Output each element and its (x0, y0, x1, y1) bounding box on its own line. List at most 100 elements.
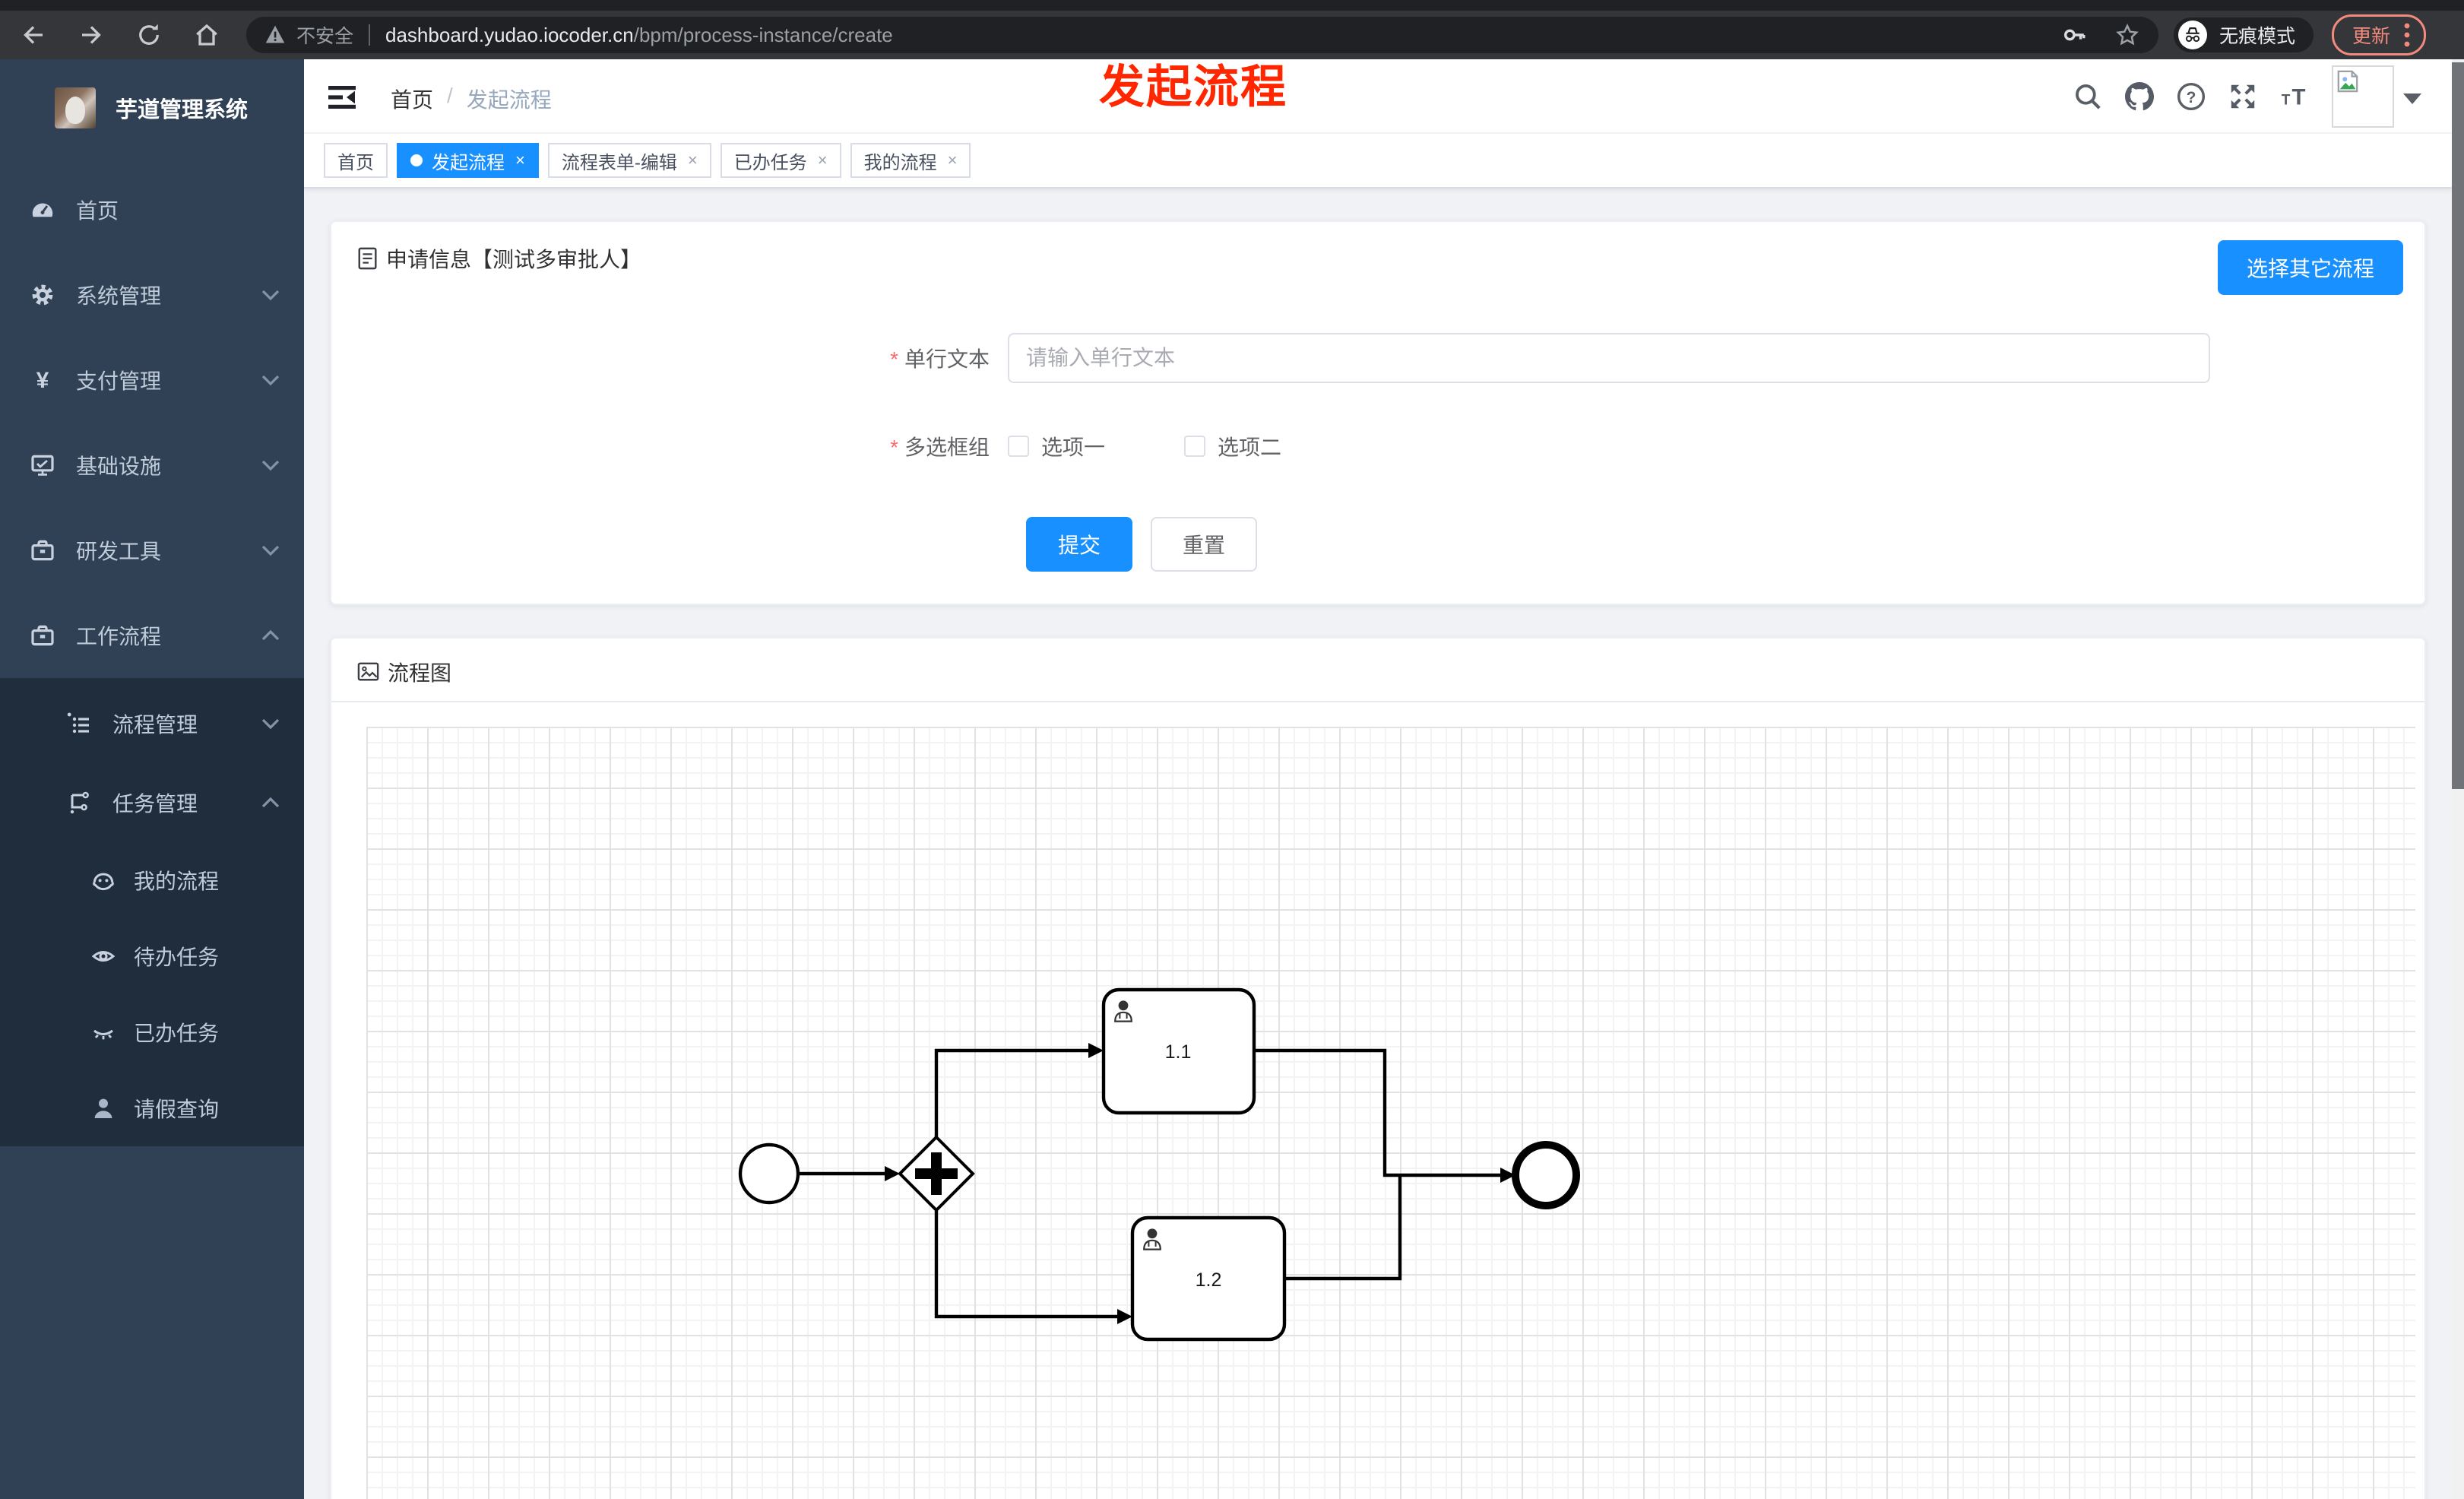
tab-close-icon[interactable]: × (688, 151, 698, 170)
breadcrumb-current: 发起流程 (466, 88, 552, 112)
sidebar-item-label: 我的流程 (134, 870, 220, 893)
scrollbar-thumb[interactable] (2452, 62, 2464, 789)
github-icon (2125, 82, 2154, 111)
tab-home[interactable]: 首页 (324, 143, 388, 178)
flow-task2-to-end (1284, 1177, 1402, 1281)
bpmn-start-event[interactable] (738, 1142, 800, 1205)
sidebar-item-system[interactable]: 系统管理 (0, 252, 304, 338)
sidebar-item-label: 研发工具 (76, 540, 162, 563)
yen-icon: ¥ (36, 368, 49, 392)
font-size-button[interactable]: TT (2280, 82, 2309, 111)
password-key-icon[interactable] (2061, 22, 2087, 48)
tab-label: 发起流程 (432, 152, 505, 173)
back-button[interactable] (15, 17, 52, 53)
tab-my-process[interactable]: 我的流程 × (850, 143, 971, 178)
text-field-row: * 单行文本 (331, 333, 2210, 383)
sidebar-item-my-process[interactable]: 我的流程 (0, 842, 304, 918)
bpmn-canvas[interactable]: 1.1 1.2 (366, 727, 2415, 1499)
bpmn-user-task-2[interactable]: 1.2 (1130, 1215, 1287, 1342)
sidebar-item-done-tasks[interactable]: 已办任务 (0, 994, 304, 1070)
help-button[interactable]: ? (2177, 82, 2206, 111)
sidebar-item-infrastructure[interactable]: 基础设施 (0, 423, 304, 508)
flow-start-to-gateway (798, 1166, 900, 1181)
bpmn-user-task-1[interactable]: 1.1 (1101, 987, 1256, 1115)
select-other-process-button[interactable]: 选择其它流程 (2217, 240, 2403, 295)
bpmn-parallel-gateway[interactable] (898, 1135, 975, 1212)
sidebar-item-label: 基础设施 (76, 455, 162, 478)
back-icon (24, 26, 43, 44)
broken-image-icon (2337, 70, 2358, 93)
tab-close-icon[interactable]: × (948, 151, 958, 170)
task2-label: 1.2 (1196, 1269, 1222, 1291)
sidebar-item-task-mgmt[interactable]: 任务管理 (0, 763, 304, 842)
home-button[interactable] (188, 17, 225, 53)
user-icon (94, 1098, 112, 1118)
app-logo-row[interactable]: 芋道管理系统 (0, 59, 304, 135)
robot-face-icon (93, 873, 114, 891)
sidebar-item-label: 已办任务 (134, 1022, 220, 1045)
url-bar[interactable]: 不安全 dashboard.yudao.iocoder.cn/bpm/proce… (246, 17, 2158, 53)
tab-done-tasks[interactable]: 已办任务 × (720, 143, 841, 178)
apply-info-card: 申请信息【测试多审批人】 选择其它流程 *单行文本 *多选框组 选项一 选项二 … (330, 220, 2426, 605)
sidebar-item-leave-query[interactable]: 请假查询 (0, 1070, 304, 1146)
app-title: 芋道管理系统 (116, 98, 249, 122)
tab-start-process[interactable]: 发起流程 × (397, 143, 539, 178)
svg-text:¥: ¥ (36, 368, 49, 392)
tags-view-bar: 首页 发起流程 × 流程表单-编辑 × 已办任务 × 我的流程 × (304, 134, 2452, 189)
sidebar-item-label: 任务管理 (112, 792, 198, 816)
browser-menu-dots-icon[interactable] (2404, 23, 2410, 47)
urlbar-divider (369, 24, 371, 46)
breadcrumb-separator: / (447, 84, 453, 107)
tab-close-icon[interactable]: × (515, 151, 525, 170)
breadcrumb-home[interactable]: 首页 (391, 84, 433, 114)
reset-button[interactable]: 重置 (1151, 517, 1258, 572)
checkbox-option2[interactable] (1184, 436, 1206, 457)
flow-gateway-to-task2 (934, 1210, 1132, 1324)
home-icon (196, 24, 217, 46)
sidebar-item-label: 流程管理 (112, 713, 198, 737)
app-header: 首页 / 发起流程 ? TT (304, 59, 2452, 134)
sidebar-item-todo-tasks[interactable]: 待办任务 (0, 918, 304, 994)
sidebar-item-label: 支付管理 (76, 369, 162, 393)
update-label: 更新 (2352, 26, 2391, 47)
svg-text:?: ? (2187, 89, 2196, 106)
forward-button[interactable] (73, 17, 109, 53)
chevron-down-icon (261, 545, 280, 556)
bpmn-end-event[interactable] (1512, 1141, 1580, 1209)
tab-label: 流程表单-编辑 (561, 152, 677, 173)
refresh-icon (139, 24, 159, 45)
github-link[interactable] (2125, 82, 2154, 111)
security-label: 不安全 (296, 26, 354, 47)
bookmark-star-icon[interactable] (2114, 22, 2140, 48)
page-scrollbar[interactable] (2452, 59, 2464, 1499)
tab-close-icon[interactable]: × (818, 151, 828, 170)
incognito-icon (2178, 21, 2207, 49)
avatar[interactable] (2332, 65, 2394, 128)
tab-label: 已办任务 (733, 152, 807, 173)
avatar-caret-icon[interactable] (2403, 93, 2421, 104)
sidebar-item-home[interactable]: 首页 (0, 167, 304, 252)
submit-button[interactable]: 提交 (1026, 517, 1133, 572)
required-mark: * (890, 347, 898, 371)
tab-process-form-edit[interactable]: 流程表单-编辑 × (547, 143, 711, 178)
refresh-button[interactable] (131, 17, 167, 53)
checkbox-option1[interactable] (1008, 436, 1029, 457)
sidebar-item-devtools[interactable]: 研发工具 (0, 508, 304, 593)
sidebar-item-workflow[interactable]: 工作流程 (0, 593, 304, 678)
chevron-up-icon (261, 797, 280, 808)
chevron-down-icon (261, 718, 280, 730)
sidebar-item-process-mgmt[interactable]: 流程管理 (0, 684, 304, 763)
single-line-text-input[interactable] (1008, 333, 2210, 383)
checkbox-option1-label: 选项一 (1041, 436, 1106, 459)
eye-open-icon (91, 951, 116, 962)
monitor-icon (31, 455, 54, 476)
sidebar: 芋道管理系统 首页 系统管理 ¥ 支付管理 基础设施 研发工具 工作流程 流程管… (0, 59, 304, 1499)
header-actions: ? TT (2051, 59, 2421, 134)
browser-update-button[interactable]: 更新 (2332, 14, 2427, 55)
sidebar-item-payment[interactable]: ¥ 支付管理 (0, 338, 304, 423)
font-size-icon: TT (2282, 84, 2306, 109)
sidebar-collapse-icon[interactable] (328, 85, 356, 109)
fullscreen-button[interactable] (2228, 82, 2257, 111)
search-button[interactable] (2073, 82, 2102, 111)
fullscreen-icon (2231, 84, 2255, 109)
